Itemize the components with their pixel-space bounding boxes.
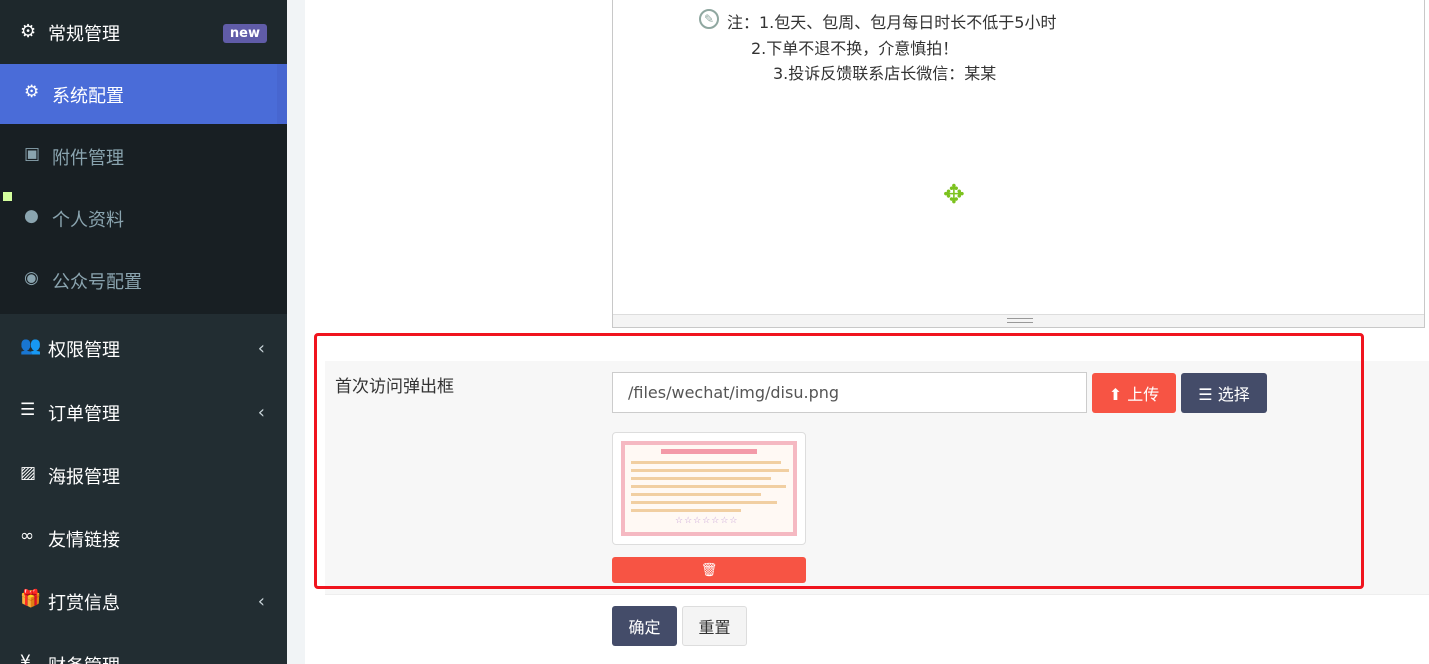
sidebar-item-links[interactable]: ∞ 友情链接 [0,506,287,568]
sidebar-item-label: 打赏信息 [48,593,120,614]
resize-grip-icon[interactable] [1007,318,1033,323]
sidebar-item-label: 财务管理 [48,652,120,664]
chevron-left-icon: ‹ [257,402,265,423]
highlight-annotation-box [314,333,1364,589]
sidebar-item-label: 订单管理 [48,404,120,425]
content-gutter [287,0,305,664]
sidebar-item-rewards[interactable]: 🎁 打赏信息 ‹ [0,569,287,631]
sidebar-item-posters[interactable]: ▨ 海报管理 [0,443,287,505]
new-badge: new [222,24,267,43]
editor-statusbar [613,314,1424,327]
sidebar-item-label: 权限管理 [48,340,120,361]
sidebar-item-system-config[interactable]: ⚙ 系统配置 [0,64,287,124]
chevron-left-icon: ‹ [257,591,265,612]
users-icon: 👥 [20,336,42,356]
list-icon: ☰ [20,400,36,420]
chevron-left-icon: ‹ [257,338,265,359]
editor-line-2: 2.下单不退不换，介意慎拍！ [751,39,959,58]
gift-icon: 🎁 [20,589,42,609]
editor-line-3: 3.投诉反馈联系店长微信：某某 [773,64,997,83]
user-icon: ● [24,206,39,226]
money-icon: ¥ [20,652,31,664]
sidebar-item-wechat-config[interactable]: ◉ 公众号配置 [0,250,287,310]
wechat-icon: ◉ [24,268,39,288]
sidebar-item-finance[interactable]: ¥ 财务管理 [0,632,287,664]
sidebar-item-label: 友情链接 [48,530,120,551]
drag-marker [3,192,12,201]
reset-button[interactable]: 重置 [682,606,747,646]
sidebar-item-profile[interactable]: ● 个人资料 [0,188,287,248]
gears-icon: ⚙ [20,21,37,42]
editor-line-1: 注：1.包天、包周、包月每日时长不低于5小时 [727,13,1057,32]
gear-icon: ⚙ [24,82,40,102]
leaf-icon: ✎ [699,9,719,29]
picture-icon: ▨ [20,463,37,483]
sidebar-item-label: 海报管理 [48,467,120,488]
link-icon: ∞ [20,526,35,546]
confirm-button[interactable]: 确定 [612,606,677,646]
sidebar-header-general[interactable]: ⚙ 常规管理 new [0,0,287,64]
sidebar: ⚙ 常规管理 new ⚙ 系统配置 ▣ 附件管理 ● 个人资料 ◉ 公众号配置 … [0,0,287,664]
sidebar-item-permissions[interactable]: 👥 权限管理 ‹ [0,316,287,378]
move-icon[interactable]: ✥ [943,182,965,208]
sidebar-item-attachments[interactable]: ▣ 附件管理 [0,126,287,186]
sidebar-item-orders[interactable]: ☰ 订单管理 ‹ [0,380,287,442]
sidebar-submenu: ⚙ 系统配置 ▣ 附件管理 ● 个人资料 ◉ 公众号配置 [0,64,287,314]
rich-text-editor[interactable]: ✎ 注：1.包天、包周、包月每日时长不低于5小时 2.下单不退不换，介意慎拍！ … [612,0,1425,328]
sidebar-item-label: 附件管理 [52,148,124,169]
sidebar-item-label: 系统配置 [52,86,124,107]
sidebar-item-label: 个人资料 [52,210,124,231]
sidebar-item-label: 公众号配置 [52,272,142,293]
image-file-icon: ▣ [24,144,41,164]
sidebar-header-label: 常规管理 [48,24,120,45]
row-divider [325,594,1429,595]
